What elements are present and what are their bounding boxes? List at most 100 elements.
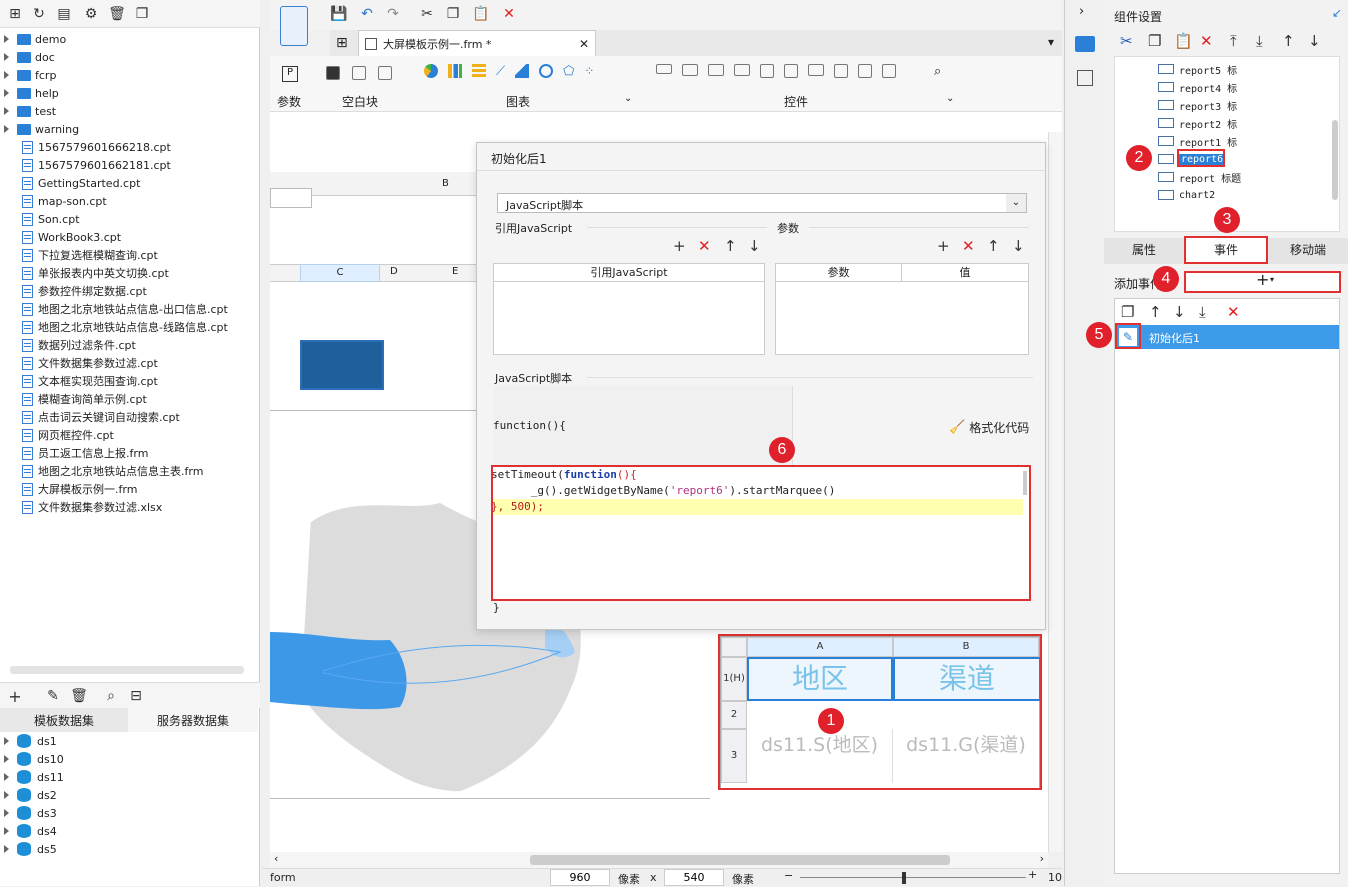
tree-file[interactable]: 网页框控件.cpt <box>22 426 114 444</box>
tree-file[interactable]: 1567579601666218.cpt <box>22 138 171 156</box>
paste-icon[interactable]: 📋 <box>1174 32 1193 50</box>
radar-chart-icon[interactable]: ⬠ <box>563 64 574 82</box>
move-up-icon[interactable]: ↑ <box>724 237 737 255</box>
preview-button[interactable] <box>280 6 308 46</box>
bar-chart-icon[interactable] <box>448 64 462 78</box>
component-settings-tab[interactable] <box>1075 36 1095 52</box>
move-down-icon[interactable]: ↓ <box>748 237 761 255</box>
component-item[interactable]: report1 标 <box>1158 132 1237 150</box>
expand-arrow-icon[interactable] <box>4 107 9 115</box>
block-icon[interactable] <box>326 66 340 80</box>
expand-arrow-icon[interactable] <box>4 845 9 853</box>
expand-arrow-icon[interactable] <box>4 53 9 61</box>
tree-folder[interactable]: fcrp <box>4 66 56 84</box>
expand-arrow-icon[interactable] <box>4 71 9 79</box>
add-icon[interactable]: + <box>673 237 686 255</box>
copy-icon[interactable]: ❐ <box>1148 32 1161 50</box>
textbox-icon[interactable] <box>656 64 672 74</box>
tree-file[interactable]: map-son.cpt <box>22 192 107 210</box>
search-widget-icon[interactable]: ⌕ <box>934 64 941 79</box>
add-icon[interactable]: + <box>937 237 950 255</box>
save-icon[interactable]: 💾 <box>330 5 348 23</box>
delete-icon[interactable]: 🗑 <box>70 687 88 705</box>
component-item[interactable]: report3 标 <box>1158 96 1237 114</box>
tree-file[interactable]: 文件数据集参数过滤.xlsx <box>22 498 162 516</box>
expand-arrow-icon[interactable] <box>4 89 9 97</box>
hbar-chart-icon[interactable] <box>472 64 486 78</box>
component-item[interactable]: report4 标 <box>1158 78 1237 96</box>
add-dataset-icon[interactable]: + <box>6 687 24 706</box>
delete-icon[interactable]: ✕ <box>1227 303 1240 321</box>
tree-file[interactable]: 地图之北京地铁站点信息主表.frm <box>22 462 203 480</box>
tree-file[interactable]: WorkBook3.cpt <box>22 228 121 246</box>
button-icon[interactable] <box>708 64 724 76</box>
dataset-item[interactable]: ds5 <box>4 840 57 858</box>
dataset-item[interactable]: ds3 <box>4 804 57 822</box>
scatter-chart-icon[interactable]: ⁘ <box>584 64 594 82</box>
canvas-hscroll[interactable]: ‹ › <box>270 852 1048 868</box>
zoom-out-icon[interactable]: − <box>784 869 793 882</box>
copy-icon[interactable]: ❐ <box>133 5 151 23</box>
move-up-icon[interactable]: ↑ <box>1149 303 1162 321</box>
component-item[interactable]: chart2 <box>1158 186 1215 204</box>
dataset-item[interactable]: ds10 <box>4 750 64 768</box>
editor-tab[interactable]: 大屏模板示例一.frm * ✕ <box>358 30 596 56</box>
component-list-scroll[interactable] <box>1332 120 1338 200</box>
chevron-right-icon[interactable]: › <box>1040 852 1044 865</box>
preview-icon[interactable]: ⌕ <box>102 687 120 705</box>
collapse-icon[interactable]: ↙ <box>1332 6 1342 20</box>
number-icon[interactable] <box>808 64 824 76</box>
param-icon[interactable]: P <box>282 66 298 82</box>
delete-icon[interactable]: ✕ <box>698 237 711 255</box>
label-icon[interactable] <box>682 64 698 76</box>
copy-icon[interactable]: ❐ <box>1121 303 1134 321</box>
expand-arrow-icon[interactable] <box>4 773 9 781</box>
component-item[interactable]: report 标题 <box>1158 168 1241 186</box>
undo-icon[interactable]: ↶ <box>358 5 376 23</box>
dropdown-menu-icon[interactable]: ▾ <box>1048 35 1054 49</box>
block-icon[interactable] <box>352 66 366 80</box>
expand-arrow-icon[interactable] <box>4 809 9 817</box>
dataset-tab-template[interactable]: 模板数据集 <box>0 708 128 732</box>
tree-folder[interactable]: test <box>4 102 56 120</box>
paste-icon[interactable]: 📋 <box>472 5 490 23</box>
expand-arrow-icon[interactable] <box>4 737 9 745</box>
tree-file[interactable]: 点击词云关键词自动搜索.cpt <box>22 408 180 426</box>
delete-icon[interactable]: ✕ <box>962 237 975 255</box>
cut-icon[interactable]: ✂ <box>1120 32 1133 50</box>
zoom-slider-thumb[interactable] <box>902 872 906 884</box>
tab-mobile[interactable]: 移动端 <box>1268 238 1348 264</box>
chevron-left-icon[interactable]: ‹ <box>274 852 278 865</box>
format-code-button[interactable]: 🧹 格式化代码 <box>949 419 1029 436</box>
edit-icon[interactable]: ✎ <box>44 687 62 705</box>
tree-file[interactable]: Son.cpt <box>22 210 80 228</box>
block-icon[interactable] <box>378 66 392 80</box>
hscroll-thumb[interactable] <box>530 855 950 865</box>
expand-arrow-icon[interactable] <box>4 35 9 43</box>
canvas-vscroll[interactable] <box>1048 132 1062 852</box>
textarea-icon[interactable] <box>834 64 848 78</box>
component-item[interactable]: report5 标 <box>1158 60 1237 78</box>
delete-icon[interactable]: ✕ <box>500 5 518 23</box>
move-up-icon[interactable]: ↑ <box>1282 32 1295 50</box>
checkbox-icon[interactable] <box>882 64 896 78</box>
move-top-icon[interactable]: ⤒ <box>1230 32 1237 50</box>
chevron-down-icon[interactable]: ⌄ <box>1006 194 1026 212</box>
line-chart-icon[interactable]: ⟋ <box>496 64 505 82</box>
list-icon[interactable] <box>760 64 774 78</box>
dataset-item[interactable]: ds11 <box>4 768 64 786</box>
delete-icon[interactable]: 🗑 <box>108 5 126 23</box>
move-bottom-icon[interactable]: ⤓ <box>1256 32 1263 50</box>
dataset-item[interactable]: ds2 <box>4 786 57 804</box>
event-list-item[interactable]: ✎ 初始化后1 <box>1115 325 1339 349</box>
tree-folder[interactable]: warning <box>4 120 79 138</box>
settings-icon[interactable]: ⚙ <box>82 5 100 23</box>
tree-file[interactable]: 数据列过滤条件.cpt <box>22 336 136 354</box>
blank-block-icons[interactable] <box>326 66 396 82</box>
radio-icon[interactable] <box>858 64 872 78</box>
script-type-select[interactable]: JavaScript脚本 ⌄ <box>497 193 1027 213</box>
area-chart-icon[interactable] <box>515 64 530 78</box>
width-input[interactable] <box>550 869 610 886</box>
expand-arrow-icon[interactable] <box>4 827 9 835</box>
chevron-right-icon[interactable]: › <box>1079 4 1084 19</box>
